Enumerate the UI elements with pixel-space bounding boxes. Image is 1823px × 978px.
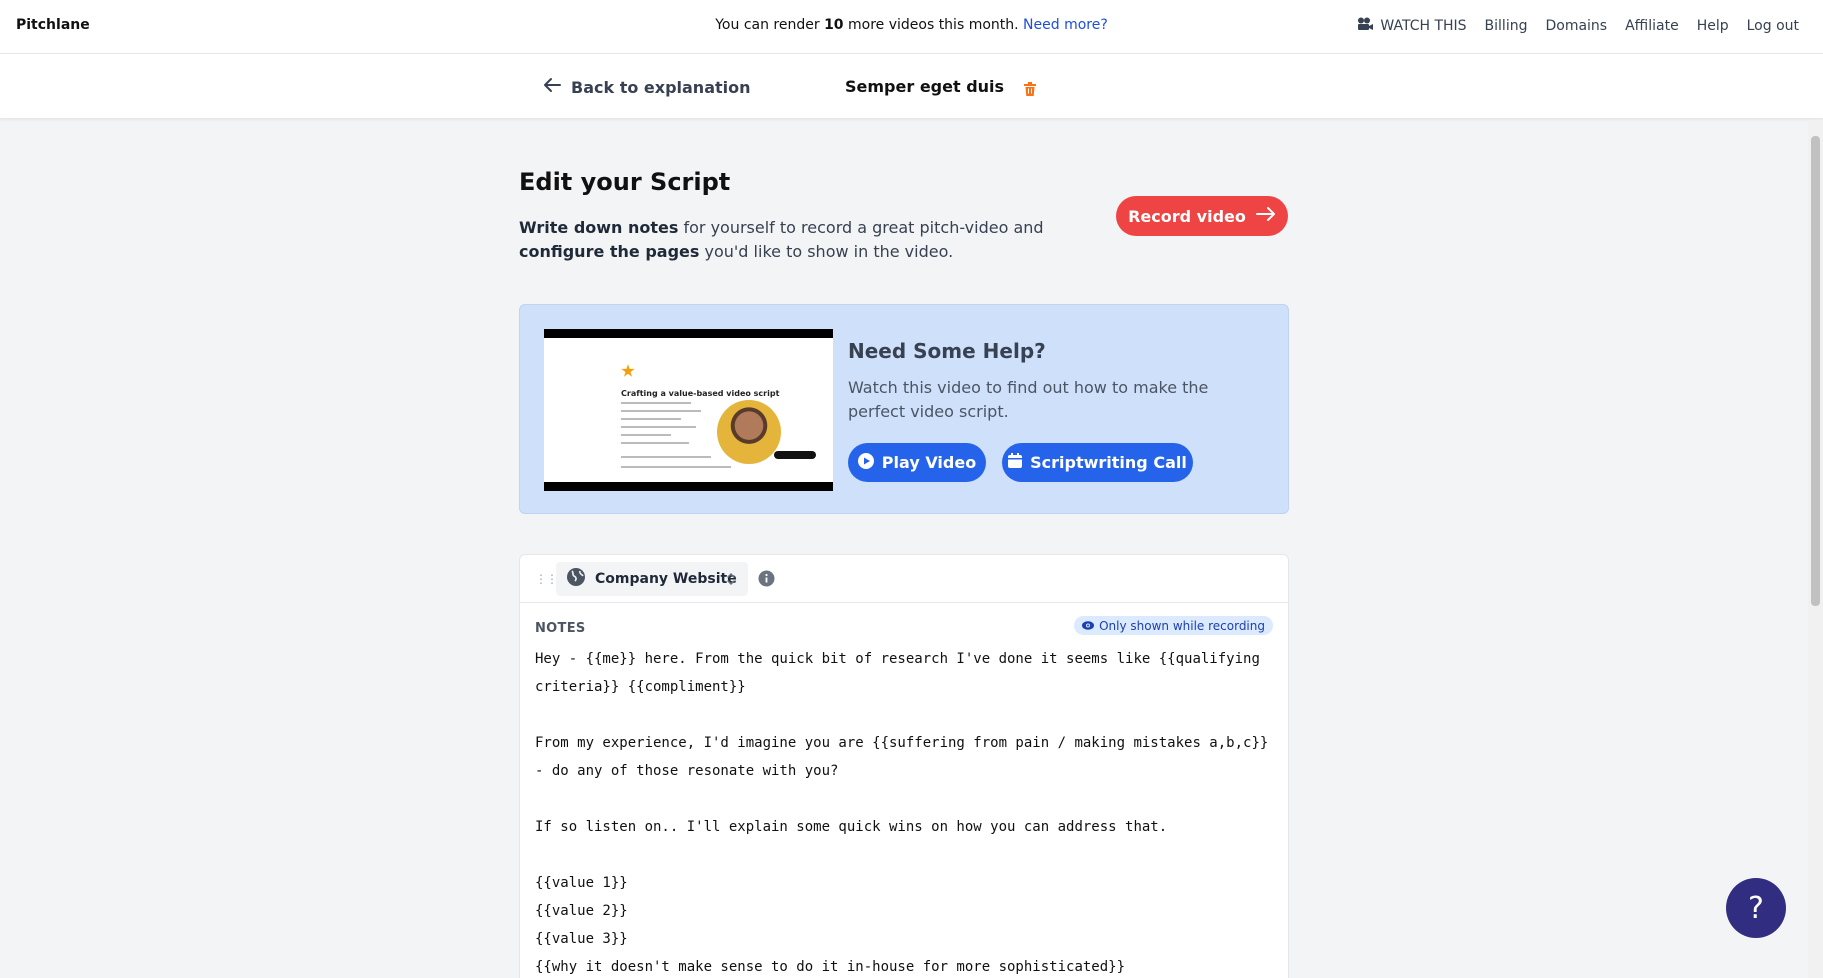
notes-label: NOTES [535,621,586,636]
quota-count: 10 [824,17,844,33]
sub-header: Back to explanation Semper eget duis [0,54,1823,119]
top-nav: WATCH THIS Billing Domains Affiliate Hel… [1357,17,1799,35]
help-title: Need Some Help? [848,339,1046,363]
help-panel: Crafting a value-based video script Need… [519,304,1289,514]
trash-icon [1024,81,1036,100]
play-video-label: Play Video [881,453,977,472]
page-type-label: Company Website [595,571,737,587]
info-icon[interactable] [758,570,775,591]
arrow-right-icon [1255,206,1276,226]
nav-affiliate[interactable]: Affiliate [1625,18,1679,34]
nav-logout[interactable]: Log out [1747,18,1799,34]
project-title: Semper eget duis [845,77,1005,96]
record-video-button[interactable]: Record video [1116,196,1288,236]
scriptwriting-call-label: Scriptwriting Call [1030,453,1187,472]
page-title: Edit your Script [519,168,731,196]
presenter-avatar [717,400,781,464]
scriptwriting-call-button[interactable]: Scriptwriting Call [1002,443,1193,482]
card-header: ⋮⋮ Company Website [520,555,1288,603]
script-page-card: ⋮⋮ Company Website NOTES Only shown whil… [519,554,1289,978]
delete-button[interactable] [1024,81,1036,100]
eye-icon [1082,619,1095,633]
video-controls [774,451,816,459]
video-camera-icon [1357,17,1374,35]
thumbnail-title: Crafting a value-based video script [621,389,780,398]
help-text: Watch this video to find out how to make… [848,378,1209,421]
nav-domains[interactable]: Domains [1545,18,1607,34]
back-button[interactable]: Back to explanation [543,77,751,97]
play-video-button[interactable]: Play Video [848,443,986,482]
star-icon [621,364,635,377]
scrollbar-thumb[interactable] [1811,136,1820,606]
nav-watch-label: WATCH THIS [1380,18,1467,34]
quota-prefix: You can render [715,17,825,33]
chevron-up-down-icon [726,571,736,591]
back-label: Back to explanation [571,77,751,97]
notes-textarea[interactable]: Hey - {{me}} here. From the quick bit of… [535,645,1275,978]
nav-help[interactable]: Help [1697,18,1729,34]
help-chat-button[interactable]: ? [1726,878,1786,938]
play-icon [857,452,874,473]
page-type-select[interactable]: Company Website [556,562,748,596]
top-bar: Pitchlane You can render 10 more videos … [0,0,1823,54]
page-intro: Write down notes for yourself to record … [519,218,1044,261]
nav-billing[interactable]: Billing [1485,18,1528,34]
help-video-thumbnail[interactable]: Crafting a value-based video script [544,329,833,491]
need-more-link[interactable]: Need more? [1023,17,1108,33]
arrow-left-icon [543,77,561,97]
badge-label: Only shown while recording [1099,618,1265,633]
record-label: Record video [1128,206,1246,226]
quota-suffix: more videos this month. [843,17,1024,33]
recording-only-badge: Only shown while recording [1074,616,1273,635]
calendar-icon [1008,453,1023,472]
drag-handle-icon[interactable]: ⋮⋮ [535,572,558,586]
nav-watch-this[interactable]: WATCH THIS [1357,17,1467,35]
globe-icon [566,567,586,591]
